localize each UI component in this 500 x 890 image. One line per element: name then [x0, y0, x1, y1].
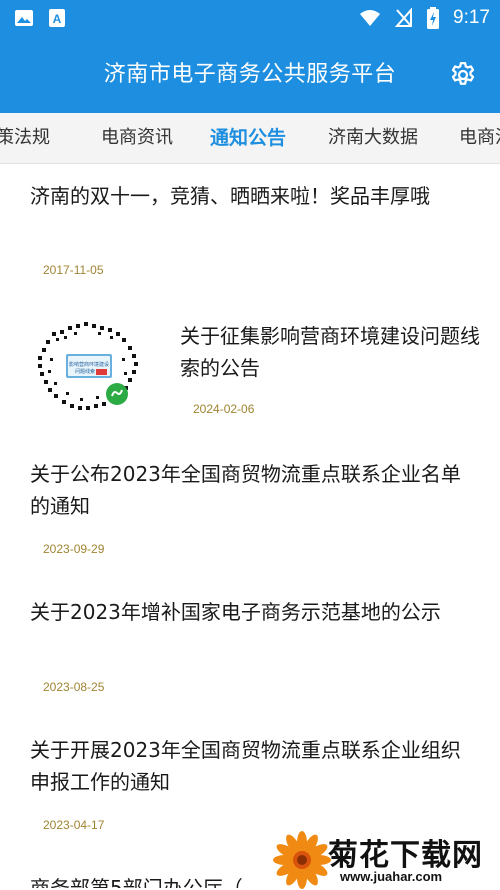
app-bar: 济南市电子商务公共服务平台	[0, 36, 500, 113]
news-date: 2024-02-06	[193, 402, 255, 416]
tab-notices[interactable]: 通知公告	[210, 113, 286, 163]
status-bar: A 9:17	[0, 0, 500, 36]
status-time: 9:17	[453, 7, 490, 28]
gear-icon	[451, 62, 475, 85]
tab-ecommerce-events[interactable]: 电商活动	[459, 113, 500, 163]
list-item[interactable]: 关于公布2023年全国商贸物流重点联系企业名单的通知 2023-09-29	[0, 444, 500, 584]
status-right-icons: 9:17	[359, 4, 490, 32]
no-signal-icon	[395, 8, 413, 27]
list-item[interactable]: 关于2023年增补国家电子商务示范基地的公示 2023-08-25	[0, 584, 500, 722]
news-title: 关于开展2023年全国商贸物流重点联系企业组织申报工作的通知	[30, 738, 461, 794]
news-date: 2023-04-17	[43, 818, 105, 832]
news-title: 关于公布2023年全国商贸物流重点联系企业名单的通知	[30, 462, 461, 518]
news-date: 2023-09-29	[43, 542, 105, 556]
qr-code-image: 影响营商环境建设 问题线索	[30, 318, 148, 414]
news-date: 2023-08-25	[43, 680, 105, 694]
news-title: 关于征集影响营商环境建设问题线索的公告	[180, 324, 480, 380]
list-item[interactable]: 影响营商环境建设 问题线索 关于征集影响营商环境建设问题线索的公告 2024-0…	[0, 304, 500, 444]
svg-text:A: A	[53, 12, 62, 26]
watermark-url: www.juahar.com	[340, 869, 443, 884]
news-date: 2017-11-05	[43, 263, 104, 277]
chrysanthemum-icon	[273, 831, 331, 889]
gallery-icon	[15, 10, 33, 26]
tab-jinan-big-data[interactable]: 济南大数据	[328, 113, 418, 163]
watermark-text: 菊花下载网	[328, 838, 483, 873]
page-title: 济南市电子商务公共服务平台	[103, 62, 397, 87]
list-item[interactable]: 济南的双十一，竞猜、晒晒来啦！奖品丰厚哦 2017-11-05	[0, 164, 500, 304]
tab-ecommerce-news[interactable]: 电商资讯	[101, 113, 173, 163]
battery-charging-icon	[427, 7, 440, 29]
tab-policy[interactable]: 政策法规	[0, 113, 50, 163]
wifi-icon	[360, 10, 381, 26]
news-list: 济南的双十一，竞猜、晒晒来啦！奖品丰厚哦 2017-11-05 影响营商环境建设…	[0, 164, 500, 888]
mini-program-qr-icon: 影响营商环境建设 问题线索	[38, 320, 138, 412]
svg-text:影响营商环境建设: 影响营商环境建设	[69, 361, 109, 368]
svg-text:问题线索: 问题线索	[75, 368, 95, 375]
status-left-icons: A	[14, 8, 66, 28]
news-title: 济南的双十一，竞猜、晒晒来啦！奖品丰厚哦	[30, 184, 430, 208]
watermark-logo: 菊花下载网 www.juahar.com	[268, 826, 500, 889]
news-title: 关于2023年增补国家电子商务示范基地的公示	[30, 600, 441, 624]
tab-bar: 政策法规 电商资讯 通知公告 济南大数据 电商活动	[0, 113, 500, 164]
settings-button[interactable]	[448, 60, 478, 90]
app-a-icon: A	[49, 9, 65, 27]
